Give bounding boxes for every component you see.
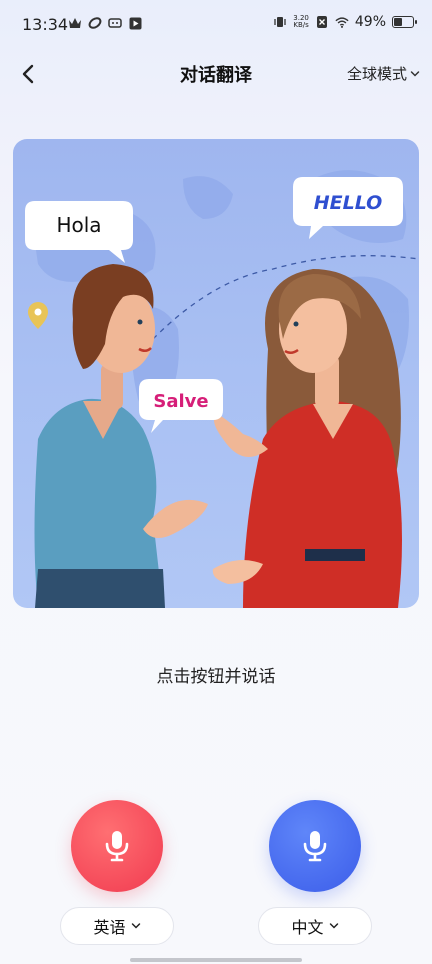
chevron-down-icon — [410, 70, 420, 77]
status-right: 3.20 KB/s 49% — [273, 14, 417, 30]
left-woman-figure — [34, 264, 208, 608]
play-app-icon — [128, 16, 142, 30]
net-speed: 3.20 KB/s — [293, 15, 309, 29]
status-bar: 13:34 3.20 KB/s 49% — [0, 0, 432, 50]
bubble-salve: Salve — [139, 379, 223, 433]
crown-icon — [68, 16, 82, 30]
right-woman-figure — [212, 269, 402, 608]
battery-icon — [392, 16, 417, 28]
mic-button-target[interactable] — [269, 800, 361, 892]
battery-fill — [394, 18, 402, 26]
status-time: 13:34 — [22, 15, 69, 34]
notification-icons — [68, 16, 142, 30]
conversation-illustration: Hola HELLO Salve — [13, 139, 419, 608]
nav-bar: 对话翻译 全球模式 — [0, 52, 432, 96]
no-sim-icon — [315, 15, 329, 29]
mode-label: 全球模式 — [346, 65, 407, 83]
net-speed-unit: KB/s — [293, 21, 309, 29]
source-language-label: 英语 — [93, 918, 126, 937]
mode-selector[interactable]: 全球模式 — [347, 63, 420, 84]
chat-app-icon — [108, 16, 122, 30]
speak-prompt: 点击按钮并说话 — [156, 667, 276, 687]
vibrate-icon — [273, 15, 287, 29]
battery-percent: 49% — [354, 14, 386, 30]
bubble-hello-text: HELLO — [314, 192, 383, 214]
source-language-selector[interactable]: 英语 — [60, 907, 174, 945]
bubble-hola-text: Hola — [56, 213, 101, 237]
wifi-icon — [335, 15, 349, 29]
chevron-down-icon — [131, 923, 140, 929]
target-language-selector[interactable]: 中文 — [258, 907, 372, 945]
microphone-icon — [303, 831, 327, 862]
home-indicator[interactable] — [130, 958, 302, 962]
location-pin-icon — [28, 302, 48, 329]
target-language-label: 中文 — [291, 918, 324, 937]
chevron-down-icon — [329, 923, 338, 929]
microphone-icon — [105, 831, 129, 862]
bubble-salve-text: Salve — [153, 391, 208, 412]
leaf-app-icon — [88, 16, 102, 30]
mic-button-source[interactable] — [71, 800, 163, 892]
